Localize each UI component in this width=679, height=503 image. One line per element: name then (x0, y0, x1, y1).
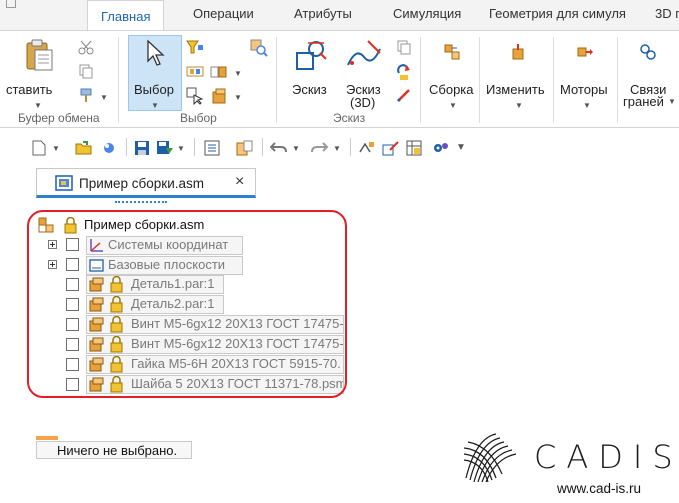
undo-icon[interactable] (270, 140, 288, 156)
face-relations-icon[interactable] (639, 43, 657, 61)
relations-icon[interactable] (358, 140, 376, 156)
assembly-dropdown-icon[interactable]: ▼ (449, 101, 457, 110)
face-relations-label-line2[interactable]: граней (623, 95, 664, 109)
recent-documents-icon[interactable] (102, 141, 116, 155)
select-part-icon[interactable] (210, 65, 228, 79)
save-icon[interactable] (134, 140, 150, 156)
ribbon-tab-bar: Главная Операции Атрибуты Симуляция Геом… (0, 0, 679, 31)
clipboard-group-label: Буфер обмена (18, 111, 100, 125)
assembly-icon[interactable] (443, 43, 461, 61)
format-painter-dropdown-icon[interactable]: ▼ (100, 93, 108, 102)
highlight-outline (27, 210, 347, 398)
sketch-group-label: Эскиз (333, 111, 366, 125)
copy-icon[interactable] (78, 63, 94, 79)
filter-icon[interactable] (186, 39, 204, 55)
select-body-icon[interactable] (210, 87, 228, 105)
save-as-icon[interactable] (156, 140, 174, 156)
close-tab-icon[interactable]: × (235, 173, 244, 191)
file-menu-button[interactable] (6, 0, 16, 8)
select-label[interactable]: Выбор (134, 83, 174, 97)
sketch-pen-icon[interactable] (396, 87, 412, 103)
sketch-transform-icon[interactable] (396, 63, 412, 81)
assembly-label[interactable]: Сборка (429, 83, 474, 97)
cut-icon[interactable] (78, 39, 94, 55)
tab-operations[interactable]: Операции (193, 6, 254, 28)
document-tab[interactable]: Пример сборки.asm × (36, 168, 256, 198)
modify-icon[interactable] (509, 43, 527, 61)
status-text: Ничего не выбрано. (57, 443, 178, 458)
status-indicator (36, 436, 58, 440)
select-part-dropdown-icon[interactable]: ▼ (234, 69, 242, 78)
pane-splitter[interactable] (115, 201, 167, 205)
select-group-label: Выбор (180, 111, 217, 125)
select-cursor-box-icon[interactable] (186, 87, 204, 105)
ribbon-panel: ставить ▼ ▼ Буфер обмена Выбор ▼ ▼ ▼ Выб… (0, 30, 679, 128)
redo-dropdown-icon[interactable]: ▼ (333, 144, 341, 153)
copy-sketch-icon[interactable] (396, 39, 412, 55)
cadis-logo-icon (463, 433, 517, 483)
cadis-logo-text: CADIS (534, 438, 679, 476)
save-dropdown-icon[interactable]: ▼ (177, 144, 185, 153)
select-dropdown-icon[interactable]: ▼ (151, 101, 159, 110)
sketch-3d-label-line2[interactable]: (3D) (350, 96, 375, 110)
tab-simulation-geometry[interactable]: Геометрия для симуля (489, 6, 626, 28)
tab-3d[interactable]: 3D п (655, 6, 679, 28)
quick-access-toolbar: ▼ ▼ ▼ ▼ ▼ (0, 132, 679, 162)
motors-dropdown-icon[interactable]: ▼ (583, 101, 591, 110)
paste-dropdown-icon[interactable]: ▼ (34, 101, 42, 110)
paste-icon[interactable] (22, 37, 58, 73)
edit-sketch-icon[interactable] (382, 140, 400, 156)
properties-icon[interactable] (204, 140, 220, 156)
select-arrow-icon[interactable] (144, 39, 166, 67)
sketch-label[interactable]: Эскиз (292, 83, 327, 97)
motors-label[interactable]: Моторы (560, 83, 608, 97)
tab-attributes[interactable]: Атрибуты (294, 6, 352, 28)
select-body-dropdown-icon[interactable]: ▼ (234, 93, 242, 102)
tab-simulation[interactable]: Симуляция (393, 6, 461, 28)
settings-gears-icon[interactable] (432, 140, 450, 156)
undo-dropdown-icon[interactable]: ▼ (292, 144, 300, 153)
variable-table-icon[interactable] (406, 140, 424, 156)
sketch-3d-icon[interactable] (346, 37, 382, 71)
motors-icon[interactable] (576, 43, 594, 61)
modify-dropdown-icon[interactable]: ▼ (515, 101, 523, 110)
customize-toolbar-icon[interactable]: ▼ (456, 142, 466, 153)
select-group-icon[interactable] (186, 63, 204, 79)
zoom-select-icon[interactable] (250, 39, 268, 57)
paste-label[interactable]: ставить (6, 83, 52, 97)
new-dropdown-icon[interactable]: ▼ (52, 144, 60, 153)
sketch-icon[interactable] (294, 39, 328, 73)
redo-icon[interactable] (310, 140, 328, 156)
new-document-icon[interactable] (32, 140, 46, 156)
tab-home[interactable]: Главная (87, 0, 165, 31)
status-box: Ничего не выбрано. (36, 441, 192, 459)
modify-label[interactable]: Изменить (486, 83, 545, 97)
open-folder-icon[interactable] (75, 140, 93, 156)
document-tab-title: Пример сборки.asm (79, 176, 205, 191)
cadis-url: www.cad-is.ru (557, 481, 642, 496)
face-relations-dropdown-icon[interactable]: ▼ (668, 97, 676, 106)
format-painter-icon[interactable] (78, 87, 94, 103)
assembly-document-icon (55, 175, 73, 191)
part-document-icon[interactable] (236, 140, 254, 156)
